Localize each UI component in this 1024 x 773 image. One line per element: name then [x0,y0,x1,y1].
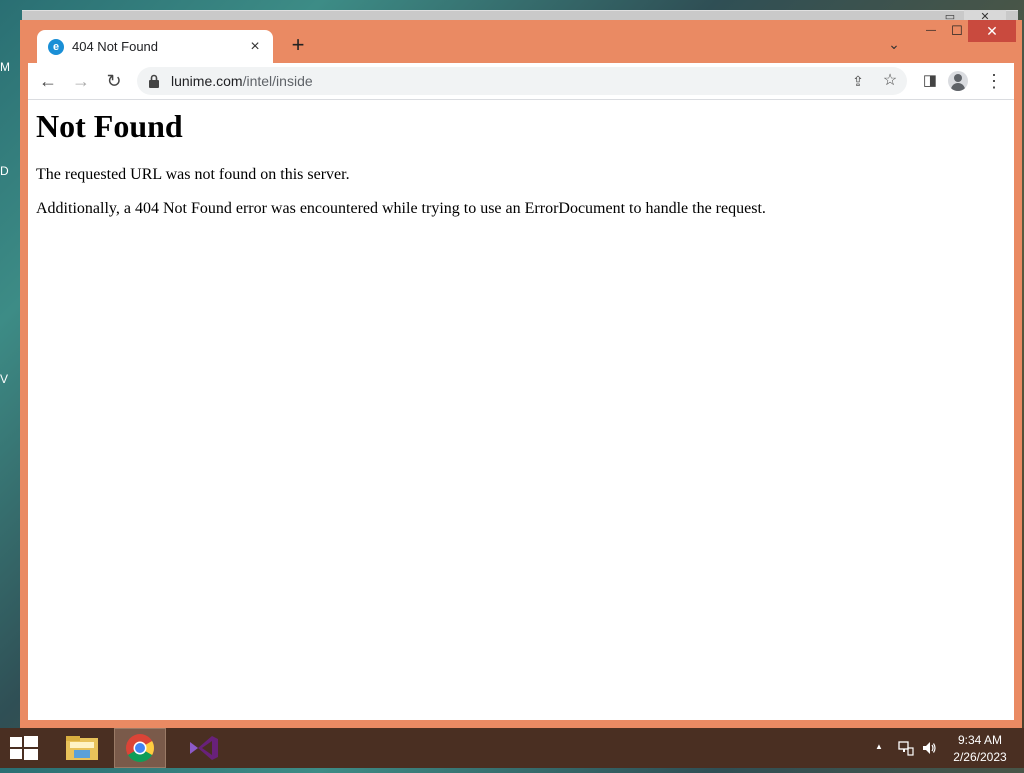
error-message-line-1: The requested URL was not found on this … [36,166,350,183]
side-panel-icon[interactable]: ◨ [918,69,942,93]
reload-button[interactable]: ↻ [102,69,126,93]
url-host: lunime.com [171,73,243,89]
clock-time[interactable]: 9:34 AM [950,733,1010,747]
tab-close-icon[interactable]: × [245,37,265,57]
address-bar[interactable]: lunime.com/intel/inside ⇪ ☆ [137,67,907,95]
forward-button[interactable]: → [69,69,93,93]
chrome-menu-icon[interactable]: ⋮ [982,69,1006,93]
back-button[interactable]: ← [36,69,60,93]
desktop-icon-label-v: V [0,372,9,386]
page-content: Not Found The requested URL was not foun… [28,100,1014,720]
url-path: /intel/inside [242,73,313,89]
clock-date[interactable]: 2/26/2023 [950,750,1010,764]
windows-start-icon[interactable] [10,736,38,760]
network-icon[interactable] [898,740,914,756]
lock-icon[interactable] [149,74,159,88]
profile-avatar-icon[interactable] [948,71,968,91]
tab-search-chevron-icon[interactable]: ⌄ [884,36,904,56]
volume-icon[interactable] [921,740,937,756]
desktop-icon-label-m: M [0,60,10,74]
close-window-button[interactable]: ✕ [968,20,1016,42]
browser-tab[interactable]: e 404 Not Found × [37,30,273,63]
browser-window: — ☐ ✕ e 404 Not Found × + ⌄ ← → ↻ lunime… [20,20,1022,728]
browser-toolbar: ← → ↻ lunime.com/intel/inside ⇪ ☆ ◨ ⋮ [28,63,1014,100]
url-text[interactable]: lunime.com/intel/inside [171,73,313,89]
share-icon[interactable]: ⇪ [849,72,867,90]
new-tab-button[interactable]: + [286,34,310,58]
site-favicon-icon: e [48,38,64,55]
show-hidden-icons-button[interactable]: ▲ [875,742,883,751]
file-explorer-taskbar-icon[interactable] [56,728,108,768]
page-heading: Not Found [36,108,183,144]
visual-studio-taskbar-icon[interactable] [178,728,230,768]
desktop-icon-label-d: D [0,164,9,178]
bookmark-star-icon[interactable]: ☆ [881,72,899,90]
taskbar: ▲ 9:34 AM 2/26/2023 [0,728,1024,768]
chrome-taskbar-icon[interactable] [114,728,166,768]
tab-title: 404 Not Found [72,39,159,54]
error-message-line-2: Additionally, a 404 Not Found error was … [36,200,766,217]
